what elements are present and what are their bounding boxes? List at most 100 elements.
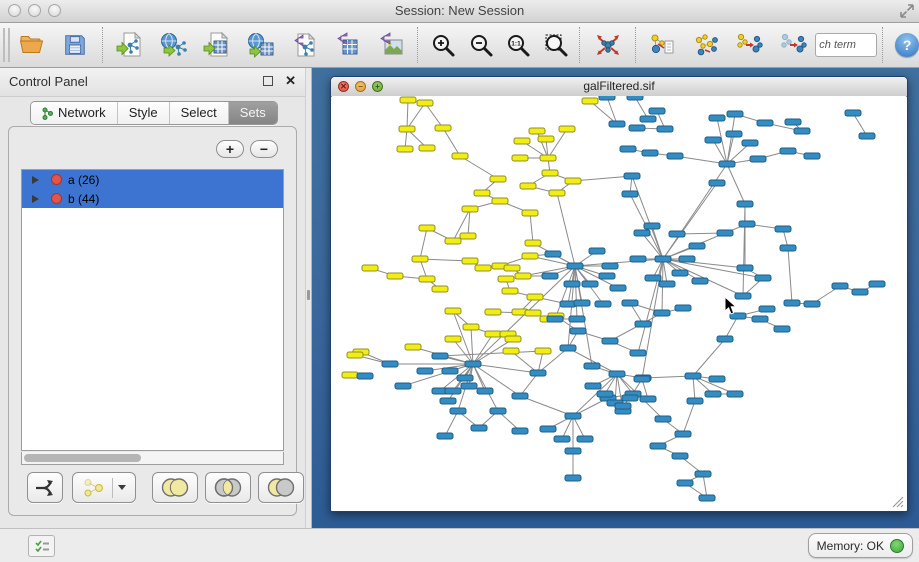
toolbar-separator [882, 27, 884, 63]
import-table-web-icon [247, 31, 275, 59]
difference-sets-button[interactable] [258, 472, 304, 503]
question-mark-icon: ? [903, 37, 912, 53]
fork-arrows-icon [34, 478, 56, 498]
remove-set-button[interactable]: − [250, 140, 278, 158]
hide-selected-icon [736, 31, 764, 59]
intersect-sets-button[interactable] [205, 472, 251, 503]
export-table-button[interactable] [326, 25, 369, 65]
zoom-actual-size-button[interactable]: 1:1 [499, 25, 536, 65]
save-session-button[interactable] [53, 25, 96, 65]
list-item-set-b[interactable]: b (44) [22, 189, 283, 208]
tab-style[interactable]: Style [118, 102, 170, 124]
new-network-from-selection-button[interactable] [642, 25, 685, 65]
zoom-actual-size-icon: 1:1 [505, 32, 531, 58]
select-first-neighbors-button[interactable] [685, 25, 728, 65]
import-network-from-file-button[interactable] [109, 25, 152, 65]
control-panel-tabs: Network Style Select Sets [30, 101, 278, 125]
memory-status-button[interactable]: Memory: OK [808, 533, 913, 558]
set-color-dot-icon [51, 193, 62, 204]
venn-difference-icon [265, 476, 297, 499]
list-item-set-a[interactable]: a (26) [22, 170, 283, 189]
hide-selected-button[interactable] [729, 25, 772, 65]
toolbar-drag-grip[interactable] [3, 28, 10, 62]
zoom-out-button[interactable] [462, 25, 499, 65]
help-button[interactable]: ? [895, 33, 919, 57]
set-label: b (44) [68, 192, 99, 206]
show-all-icon [780, 31, 808, 59]
split-set-button[interactable] [27, 472, 63, 503]
tab-label: Select [181, 102, 217, 124]
nodes-set-icon [83, 478, 107, 497]
save-floppy-icon [62, 32, 88, 58]
resize-grip-icon[interactable] [891, 495, 904, 508]
venn-intersection-icon [212, 476, 244, 499]
sets-panel: + − a (26) b (44) [8, 126, 297, 516]
import-network-from-web-button[interactable] [152, 25, 195, 65]
tab-label: Network [58, 102, 106, 124]
control-panel: Control Panel ✕ Network Style Select Set… [0, 68, 305, 528]
export-image-icon [377, 31, 405, 59]
tab-network[interactable]: Network [31, 102, 118, 124]
float-panel-icon[interactable] [263, 76, 273, 86]
import-table-from-file-button[interactable] [196, 25, 239, 65]
zoom-selected-region-button[interactable] [537, 25, 574, 65]
set-color-dot-icon [51, 174, 62, 185]
union-sets-button[interactable] [152, 472, 198, 503]
zoom-selected-region-icon [543, 32, 569, 58]
open-folder-icon [18, 31, 46, 59]
splitter-grip[interactable] [307, 290, 310, 300]
window-title: Session: New Session [0, 3, 919, 18]
set-label: a (26) [68, 173, 99, 187]
search-input[interactable] [815, 33, 877, 57]
network-window-title: galFiltered.sif [331, 79, 907, 93]
cytoscape-app: Session: New Session [0, 0, 919, 562]
memory-status-label: Memory: OK [817, 539, 884, 553]
network-canvas[interactable] [332, 96, 906, 510]
fullscreen-icon[interactable] [900, 4, 914, 18]
status-bar: Memory: OK [0, 528, 919, 562]
export-table-icon [333, 31, 361, 59]
sets-list: a (26) b (44) [21, 169, 284, 451]
main-toolbar: 1:1 ? [0, 23, 919, 68]
horizontal-scrollbar[interactable] [21, 452, 284, 465]
control-panel-header: Control Panel ✕ [0, 68, 305, 97]
toolbar-separator [579, 27, 581, 63]
expand-triangle-icon[interactable] [32, 195, 39, 203]
toolbar-separator [417, 27, 419, 63]
svg-text:1:1: 1:1 [511, 41, 521, 48]
tab-sets[interactable]: Sets [229, 102, 277, 124]
scrollbar-thumb[interactable] [24, 454, 141, 462]
network-window-titlebar[interactable]: ✕ − + galFiltered.sif [331, 77, 907, 97]
create-set-combo-button[interactable] [72, 472, 136, 503]
task-history-button[interactable] [28, 535, 55, 557]
network-graph[interactable] [332, 96, 906, 510]
select-first-neighbors-icon [693, 31, 721, 59]
export-image-button[interactable] [369, 25, 412, 65]
network-view-window[interactable]: ✕ − + galFiltered.sif [330, 76, 908, 512]
new-network-from-selection-icon [649, 31, 677, 59]
toolbar-separator [635, 27, 637, 63]
expand-triangle-icon[interactable] [32, 176, 39, 184]
apply-preferred-layout-button[interactable] [586, 25, 629, 65]
add-set-button[interactable]: + [216, 140, 244, 158]
zoom-out-icon [468, 32, 494, 58]
venn-union-icon [159, 476, 191, 499]
tab-select[interactable]: Select [170, 102, 229, 124]
open-session-button[interactable] [10, 25, 53, 65]
network-desktop: ✕ − + galFiltered.sif [312, 68, 919, 528]
app-titlebar[interactable]: Session: New Session [0, 0, 919, 23]
dropdown-caret-icon[interactable] [118, 485, 126, 490]
memory-ok-dot-icon [890, 539, 904, 553]
task-list-icon [34, 539, 50, 553]
panel-splitter[interactable] [305, 68, 312, 528]
close-panel-icon[interactable]: ✕ [285, 73, 296, 89]
sets-actions [27, 472, 311, 503]
import-network-file-icon [116, 31, 144, 59]
zoom-in-button[interactable] [424, 25, 461, 65]
export-network-button[interactable] [282, 25, 325, 65]
mouse-cursor [724, 296, 737, 315]
show-all-button[interactable] [772, 25, 815, 65]
export-network-icon [290, 31, 318, 59]
import-table-from-web-button[interactable] [239, 25, 282, 65]
zoom-in-icon [430, 32, 456, 58]
